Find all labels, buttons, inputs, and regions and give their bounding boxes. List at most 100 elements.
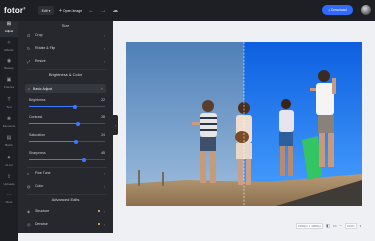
rail-item-elements[interactable]: ❀ Elements (0, 116, 18, 132)
chevron-down-icon: ▾ (48, 8, 51, 13)
plus-icon: + (59, 7, 62, 14)
slider-value: 24 (101, 133, 105, 137)
rail-item-frames[interactable]: ▣ Frames (0, 77, 18, 93)
sharpness-slider[interactable]: Sharpness 45 (29, 151, 105, 165)
rail-label: Effects (4, 48, 14, 52)
edit-menu-label: Edit (41, 8, 48, 13)
uploads-icon: ⇪ (6, 174, 12, 180)
resize-icon: ⤢ (27, 58, 31, 64)
size-section-title: Size (61, 23, 70, 28)
image-size-readout[interactable]: 1000px × 1000px (296, 222, 324, 229)
undo-icon[interactable]: ← (88, 8, 94, 14)
chevron-right-icon: › (103, 32, 105, 38)
fine-tune-label: Fine Tune (35, 171, 51, 175)
chevron-right-icon: › (103, 58, 105, 64)
crop-item[interactable]: ⊡ Crop › (27, 30, 107, 40)
rail-item-ai-art[interactable]: ✦ AI Art (0, 155, 18, 171)
edit-menu-button[interactable]: Edit ▾ (38, 6, 54, 15)
slider-label: Contrast (29, 115, 43, 119)
slider-label: Saturation (29, 133, 45, 137)
rail-item-adjust[interactable]: ⊞ Adjust (0, 21, 18, 37)
compare-icon[interactable]: ◧ (326, 223, 330, 228)
rail-label: Frames (3, 85, 15, 89)
top-bar: fotor® Edit ▾ + Open Image ← → ☁ ⤓ Downl… (0, 0, 375, 21)
chevron-right-icon: › (103, 208, 105, 214)
saturation-slider[interactable]: Saturation 24 (29, 133, 105, 147)
slider-knob[interactable] (73, 104, 78, 109)
batch-icon: ▤ (6, 135, 12, 141)
rail-item-uploads[interactable]: ⇪ Uploads (0, 174, 18, 190)
logo-text: fotor (4, 6, 24, 15)
structure-item[interactable]: ◈ Structure › (27, 206, 107, 216)
chevron-up-icon: ˄ (100, 86, 103, 91)
collapse-panel-handle[interactable]: ‹ (113, 115, 118, 135)
denoise-icon: ◎ (27, 221, 31, 227)
section-divider (27, 69, 107, 70)
zoom-level[interactable]: 100% (345, 222, 357, 229)
rotate-icon: ↻ (27, 45, 31, 51)
brightness-slider[interactable]: Brightness 22 (29, 98, 105, 112)
crop-icon: ⊡ (27, 32, 31, 38)
denoise-item[interactable]: ◎ Denoise › (27, 219, 107, 229)
rail-label: Adjust (4, 29, 14, 33)
rotate-flip-label: Rotate & Flip (35, 46, 56, 50)
rail-item-text[interactable]: T Text (0, 97, 18, 113)
ai-art-icon: ✦ (6, 155, 12, 161)
open-image-button[interactable]: + Open Image (59, 8, 82, 14)
fit-screen-icon[interactable]: ▭ (333, 223, 337, 228)
canvas-area (113, 21, 375, 233)
adjust-icon: ⊞ (6, 21, 12, 27)
rail-item-beauty[interactable]: ◉ Beauty (0, 58, 18, 74)
contrast-slider[interactable]: Contrast 28 (29, 115, 105, 129)
adjust-panel: Size ⊡ Crop › ↻ Rotate & Flip › ⤢ Resize… (18, 21, 113, 233)
slider-label: Sharpness (29, 151, 46, 155)
rail-label: More (5, 200, 13, 204)
redo-icon[interactable]: → (100, 8, 106, 14)
download-button[interactable]: ⤓ Download (322, 5, 353, 15)
basic-adjust-header[interactable]: ☼ Basic Adjust ˄ (25, 84, 106, 93)
chevron-right-icon: › (103, 45, 105, 51)
avatar[interactable] (361, 5, 371, 15)
zoom-out-icon[interactable]: − (340, 223, 342, 228)
section-divider (27, 194, 107, 195)
slider-knob[interactable] (75, 121, 80, 126)
more-icon: ⋯ (6, 192, 12, 198)
fotor-logo[interactable]: fotor® (4, 6, 34, 15)
color-icon: ◍ (27, 183, 31, 189)
open-image-label: Open Image (62, 8, 83, 13)
download-label: Download (330, 8, 347, 12)
slider-label: Brightness (29, 98, 46, 102)
chevron-down-icon[interactable]: ▾ (360, 224, 362, 228)
rail-label: Batch (5, 143, 13, 147)
elements-icon: ❀ (6, 116, 12, 122)
logo-mark: ® (23, 6, 26, 11)
effects-icon: ✧ (6, 40, 12, 46)
photo-image (126, 42, 362, 206)
slider-knob[interactable] (81, 157, 86, 162)
slider-fill (29, 141, 77, 142)
pro-badge-icon (97, 223, 100, 225)
fine-tune-item[interactable]: ◐ Fine Tune › (27, 168, 107, 178)
slider-fill (29, 123, 78, 124)
brightness-section-title: Brightness & Color (48, 72, 83, 77)
photo-canvas[interactable] (126, 42, 362, 206)
fotor-editor: fotor® Edit ▾ + Open Image ← → ☁ ⤓ Downl… (0, 0, 375, 241)
canvas-status-bar: 1000px × 1000px ◧ ▭ − 100% ▾ (296, 222, 361, 229)
pro-badge-icon (97, 210, 100, 212)
basic-adjust-label: Basic Adjust (33, 86, 53, 91)
rail-item-more[interactable]: ⋯ More (0, 192, 18, 208)
beauty-icon: ◉ (6, 58, 12, 64)
rail-item-batch[interactable]: ▤ Batch (0, 135, 18, 151)
resize-item[interactable]: ⤢ Resize › (27, 56, 107, 66)
chevron-right-icon: › (103, 221, 105, 227)
cloud-icon[interactable]: ☁ (112, 7, 118, 14)
tool-rail: ⊞ Adjust ✧ Effects ◉ Beauty ▣ Frames T T… (0, 21, 18, 241)
color-item[interactable]: ◍ Color › (27, 181, 107, 191)
rail-item-effects[interactable]: ✧ Effects (0, 40, 18, 56)
chevron-right-icon: › (103, 183, 105, 189)
slider-knob[interactable] (74, 139, 79, 144)
slider-value: 45 (101, 151, 105, 155)
rail-label: AI Art (5, 163, 13, 167)
rotate-flip-item[interactable]: ↻ Rotate & Flip › (27, 43, 107, 53)
resize-label: Resize (35, 59, 46, 63)
